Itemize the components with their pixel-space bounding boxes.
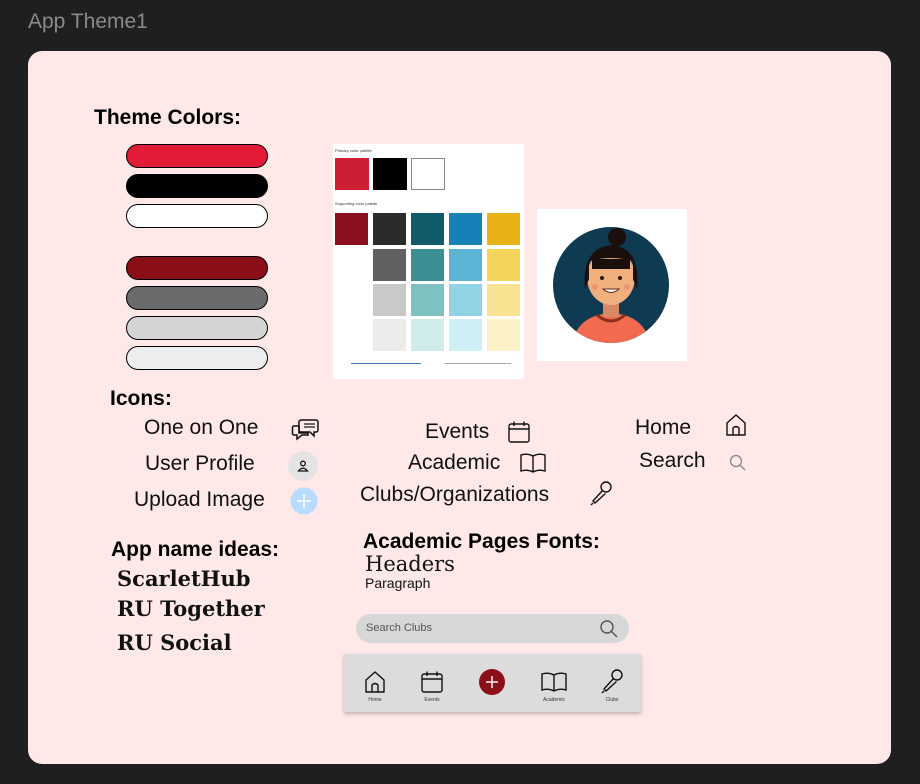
supporting-color-chip	[449, 249, 482, 281]
app-name-scarlethub: ScarletHub	[117, 566, 251, 591]
search-icon[interactable]	[728, 453, 748, 473]
nav-clubs[interactable]: Clubs	[587, 654, 637, 712]
upload-image-label: Upload Image	[134, 488, 265, 511]
nav-events[interactable]: Events	[407, 654, 457, 712]
supporting-color-chip	[411, 249, 444, 281]
supporting-color-chip	[411, 284, 444, 316]
supporting-color-chip	[373, 249, 406, 281]
fonts-heading: Academic Pages Fonts:	[363, 530, 600, 553]
app-name-ideas-heading: App name ideas:	[111, 538, 280, 561]
search-clubs-input[interactable]: Search Clubs	[356, 614, 629, 643]
home-icon[interactable]	[724, 412, 748, 438]
swatch-dark-gray	[126, 286, 268, 310]
nav-academic[interactable]: Academic	[529, 654, 579, 712]
search-clubs-placeholder: Search Clubs	[366, 622, 433, 634]
nav-events-label: Events	[424, 697, 440, 703]
swatch-light-gray	[126, 316, 268, 340]
supporting-palette-label: Supporting color palette	[335, 201, 378, 206]
supporting-color-chip	[487, 284, 520, 316]
microphone-icon[interactable]	[589, 481, 613, 507]
supporting-color-chip	[335, 213, 368, 245]
open-book-icon[interactable]	[519, 452, 547, 474]
supporting-color-chip	[487, 319, 520, 351]
supporting-color-chip	[449, 319, 482, 351]
avatar	[553, 227, 669, 343]
primary-chip-red	[335, 158, 369, 190]
supporting-color-chip	[487, 249, 520, 281]
avatar-card	[537, 209, 687, 361]
supporting-color-chip	[373, 284, 406, 316]
swatch-dark-red	[126, 256, 268, 280]
supporting-color-chip	[411, 319, 444, 351]
user-profile-label: User Profile	[145, 452, 255, 475]
calendar-icon[interactable]	[507, 420, 531, 444]
search-label: Search	[639, 449, 706, 472]
supporting-color-chip	[411, 213, 444, 245]
frame-title: App Theme1	[28, 10, 148, 33]
paragraph-font-sample: Paragraph	[365, 575, 431, 591]
primary-palette-label: Primary color palette	[335, 148, 372, 153]
nav-home[interactable]: Home	[350, 654, 400, 712]
nav-clubs-label: Clubs	[605, 697, 619, 703]
home-label: Home	[635, 416, 692, 439]
swatch-black	[126, 174, 268, 198]
events-label: Events	[425, 420, 490, 443]
supporting-color-chip	[487, 213, 520, 245]
calendar-icon	[421, 671, 443, 693]
bottom-navigation-bar: Home Events Academic Clubs	[344, 654, 641, 712]
palette-footer-link	[351, 363, 421, 364]
palette-footer-text	[445, 363, 511, 364]
primary-chip-white	[411, 158, 445, 190]
headers-font-sample: Headers	[365, 552, 455, 576]
search-icon[interactable]	[599, 619, 619, 639]
plus-icon[interactable]	[290, 487, 318, 515]
chat-bubbles-icon[interactable]	[291, 417, 319, 443]
swatch-off-white	[126, 346, 268, 370]
clubs-label: Clubs/Organizations	[360, 483, 550, 506]
nav-home-label: Home	[368, 697, 382, 703]
swatch-white	[126, 204, 268, 228]
academic-label: Academic	[408, 451, 501, 474]
swatch-scarlet	[126, 144, 268, 168]
icons-heading: Icons:	[110, 387, 172, 410]
supporting-color-chip	[449, 284, 482, 316]
one-on-one-label: One on One	[144, 416, 259, 439]
supporting-color-chip	[373, 213, 406, 245]
nav-academic-label: Academic	[543, 697, 565, 703]
microphone-icon	[601, 669, 623, 694]
open-book-icon	[541, 672, 567, 692]
primary-chip-black	[373, 158, 407, 190]
app-name-ru-social: RU Social	[117, 630, 232, 655]
supporting-color-chip	[449, 213, 482, 245]
nav-add[interactable]	[466, 654, 516, 712]
user-profile-icon[interactable]	[288, 451, 318, 481]
theme-colors-heading: Theme Colors:	[94, 106, 242, 129]
supporting-color-chip	[373, 319, 406, 351]
home-icon	[365, 671, 385, 693]
color-palette-image: Primary color palette Supporting color p…	[333, 144, 524, 379]
app-name-ru-together: RU Together	[117, 596, 265, 621]
add-icon	[479, 669, 505, 695]
